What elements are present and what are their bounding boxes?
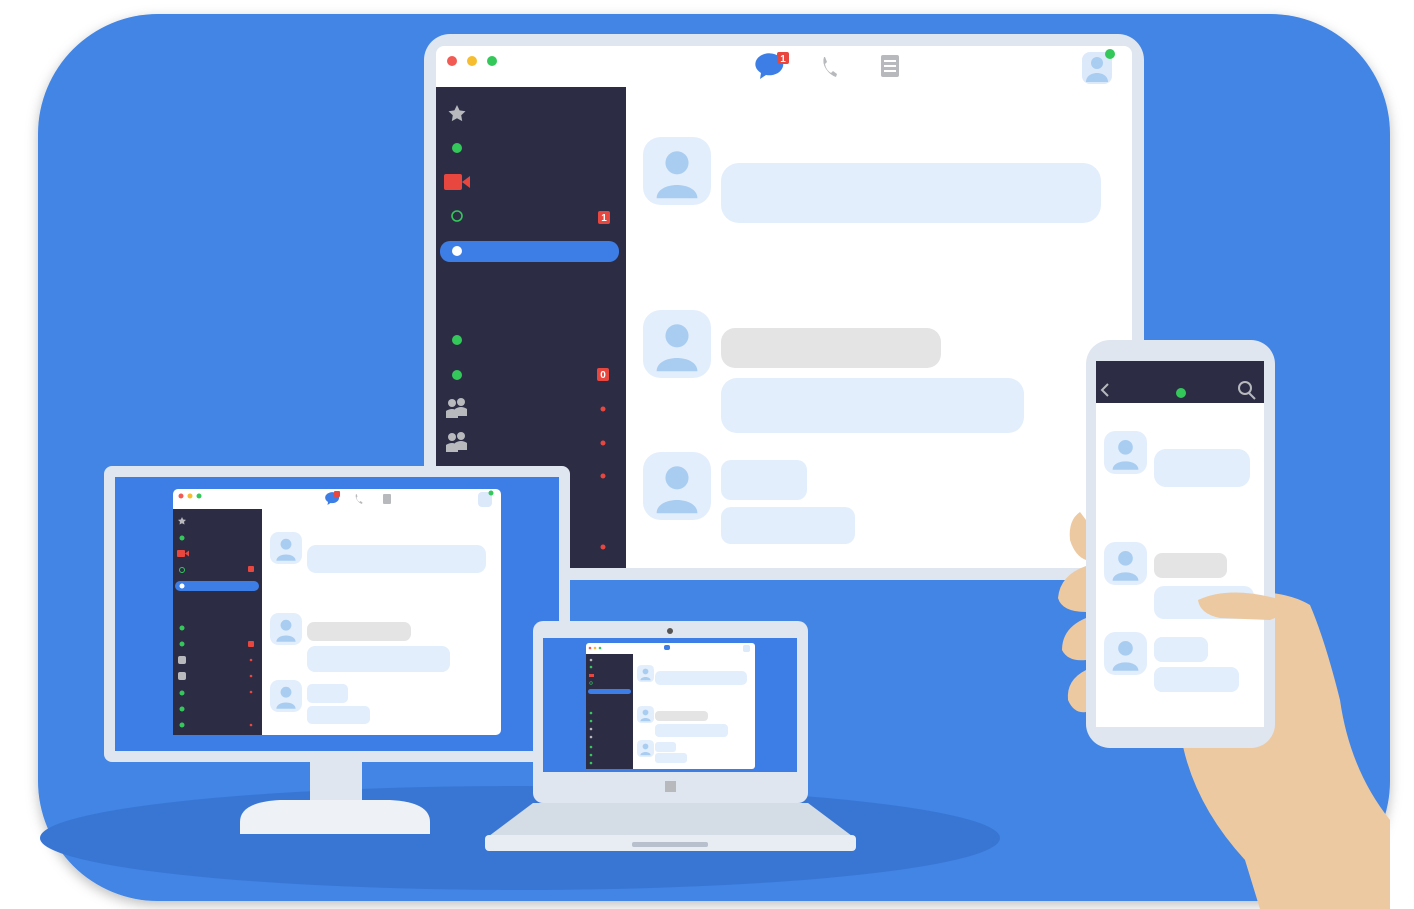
unread-dot xyxy=(600,473,606,479)
contact-avatar[interactable] xyxy=(1104,632,1147,675)
document-icon[interactable] xyxy=(383,494,391,504)
contact-avatar[interactable] xyxy=(643,452,711,520)
user-avatar-icon[interactable] xyxy=(1082,49,1115,84)
message-bubble xyxy=(721,378,1024,433)
green-status-dot[interactable] xyxy=(452,143,462,153)
multi-device-chat-illustration: 1 1 0 xyxy=(38,14,1390,909)
sidebar-unread-badge: 1 xyxy=(598,211,610,224)
message-bubble xyxy=(721,163,1101,223)
laptop-device xyxy=(485,621,856,851)
window-maximize-button[interactable] xyxy=(487,56,497,66)
contact-avatar[interactable] xyxy=(643,310,711,378)
svg-text:0: 0 xyxy=(600,370,606,381)
contact-avatar[interactable] xyxy=(270,613,302,645)
document-icon[interactable] xyxy=(881,55,899,77)
sidebar-unread-badge: 0 xyxy=(597,368,609,381)
contact-avatar[interactable] xyxy=(643,137,711,205)
contact-avatar[interactable] xyxy=(637,740,654,757)
window-minimize-button[interactable] xyxy=(467,56,477,66)
contact-avatar[interactable] xyxy=(637,706,654,723)
green-status-dot xyxy=(1176,388,1186,398)
contact-avatar[interactable] xyxy=(1104,431,1147,474)
svg-text:1: 1 xyxy=(601,213,607,224)
window-close-button[interactable] xyxy=(447,56,457,66)
green-status-dot[interactable] xyxy=(452,370,462,380)
message-bubble xyxy=(721,460,807,500)
contact-avatar[interactable] xyxy=(637,665,654,682)
unread-dot xyxy=(600,544,606,550)
contact-avatar[interactable] xyxy=(1104,542,1147,585)
sidebar-selected-item[interactable] xyxy=(440,241,619,262)
chat-badge-count: 1 xyxy=(780,54,786,65)
contact-avatar[interactable] xyxy=(270,532,302,564)
contact-avatar[interactable] xyxy=(270,680,302,712)
message-bubble xyxy=(721,507,855,544)
unread-dot xyxy=(600,440,606,446)
green-status-dot[interactable] xyxy=(452,335,462,345)
white-status-dot xyxy=(452,246,462,256)
message-bubble xyxy=(721,328,941,368)
unread-dot xyxy=(600,406,606,412)
